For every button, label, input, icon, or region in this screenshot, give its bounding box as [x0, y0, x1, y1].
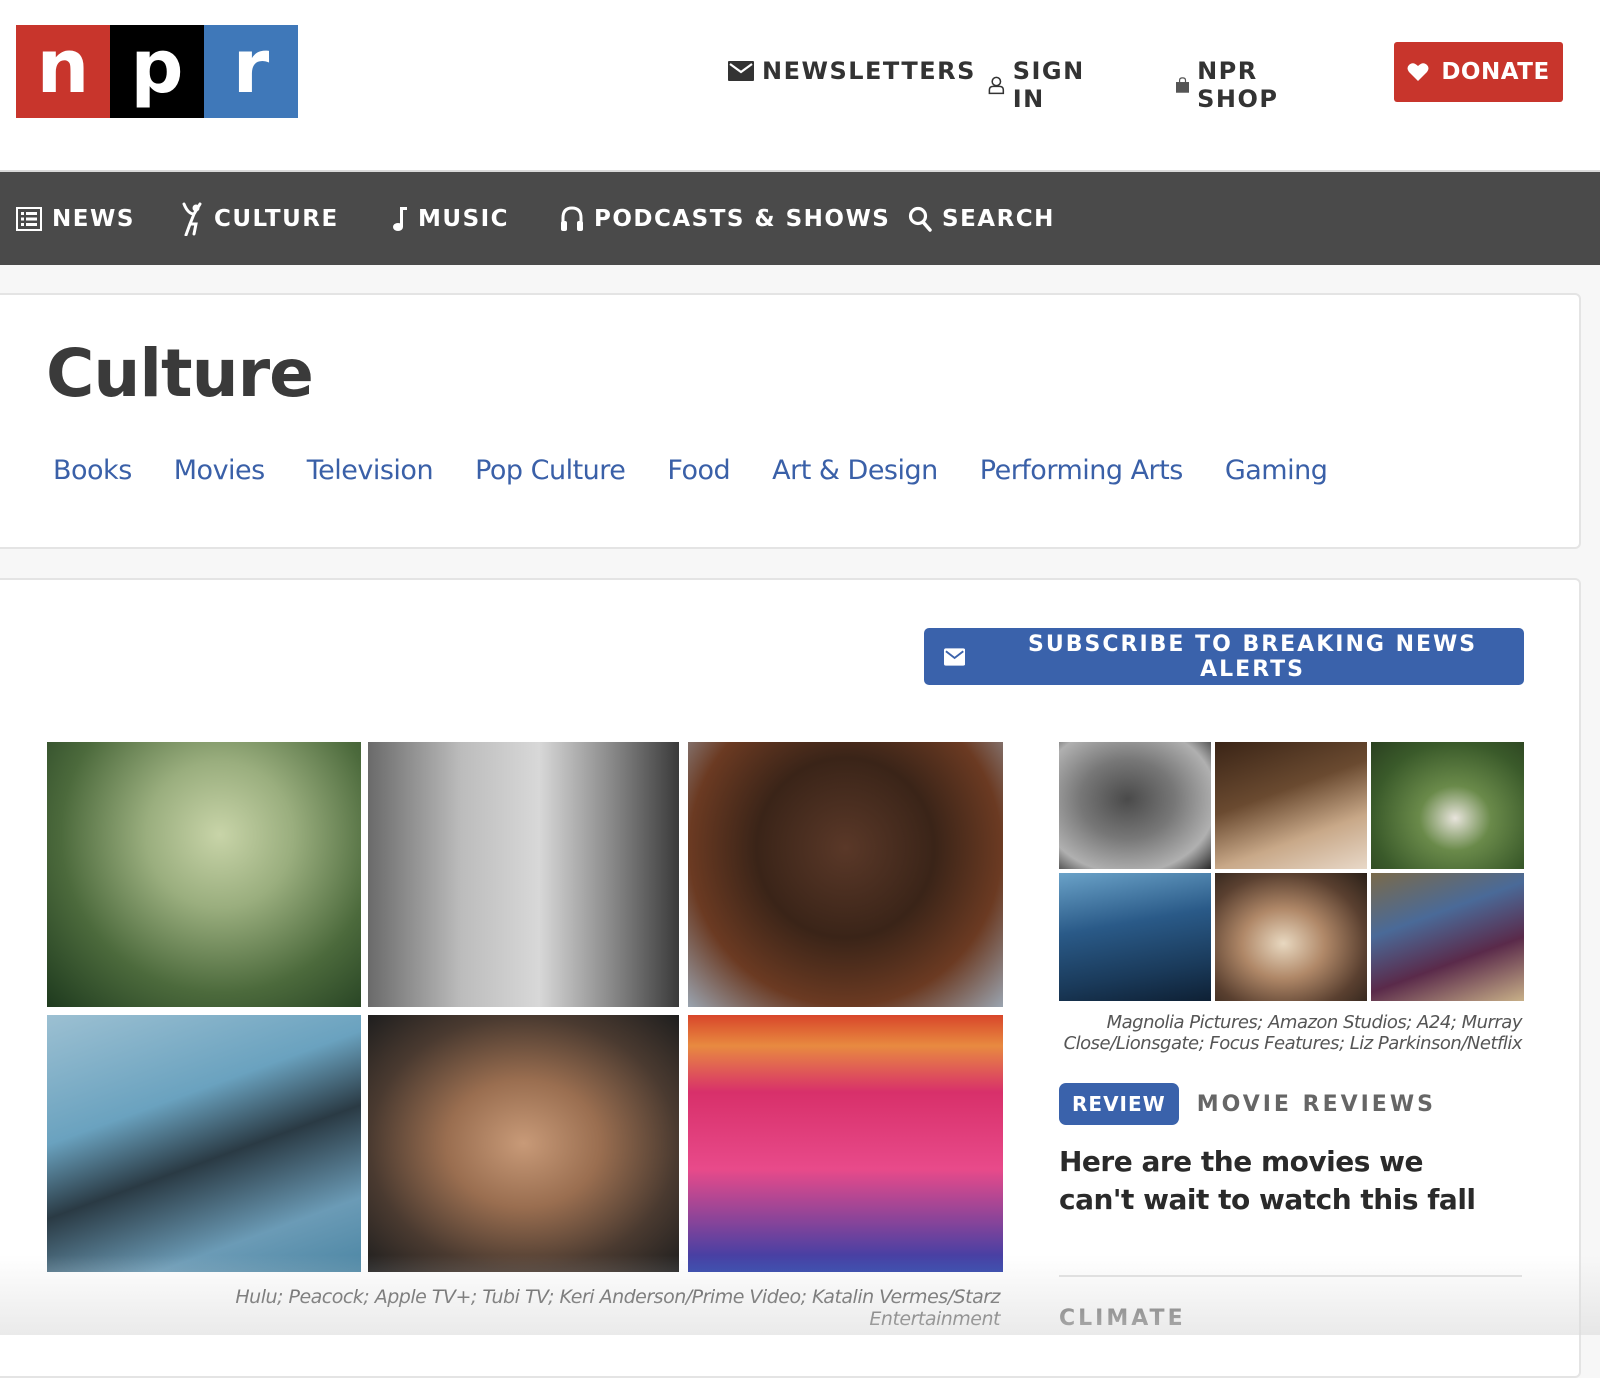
- climate-section-link[interactable]: CLIMATE: [1059, 1306, 1186, 1331]
- image-tile-couple-on-grass: [1371, 873, 1524, 1001]
- movie-reviews-link[interactable]: MOVIE REVIEWS: [1197, 1092, 1436, 1117]
- story-divider: [1059, 1275, 1522, 1277]
- review-badge: REVIEW: [1059, 1083, 1179, 1125]
- culture-subnav: Books Movies Television Pop Culture Food…: [53, 455, 1369, 486]
- nav-news-label: NEWS: [52, 205, 135, 232]
- top-header: n p r NEWSLETTERS SIGN IN NPR SHOP DONAT…: [0, 0, 1600, 170]
- image-tile-two-women-retro: [688, 1015, 1003, 1272]
- sign-in-label: SIGN IN: [1012, 57, 1085, 113]
- image-tile-laughing-woman: [1215, 873, 1367, 1001]
- subnav-performing-arts[interactable]: Performing Arts: [980, 455, 1184, 486]
- newsletters-link[interactable]: NEWSLETTERS: [728, 57, 976, 85]
- subnav-pop-culture[interactable]: Pop Culture: [475, 455, 626, 486]
- nav-search[interactable]: SEARCH: [908, 172, 1055, 265]
- npr-shop-label: NPR SHOP: [1197, 57, 1279, 113]
- shopping-bag-icon: [1176, 77, 1190, 93]
- nav-culture-label: CULTURE: [214, 205, 339, 232]
- image-tile-woman-in-car: [47, 1015, 361, 1272]
- subnav-food[interactable]: Food: [667, 455, 730, 486]
- donate-button[interactable]: DONATE: [1394, 42, 1563, 102]
- donate-label: DONATE: [1441, 59, 1550, 85]
- image-tile-swimmer: [1059, 873, 1211, 1001]
- image-tile-couple-in-bed: [1215, 742, 1367, 869]
- logo-letter-r: r: [204, 25, 298, 118]
- culture-header-card: Culture Books Movies Television Pop Cult…: [0, 293, 1581, 549]
- nav-culture[interactable]: CULTURE: [182, 172, 339, 265]
- review-story-image[interactable]: [1059, 742, 1524, 1001]
- heart-icon: [1407, 63, 1429, 81]
- image-tile-man-with-baby: [688, 742, 1003, 1007]
- image-tile-woman-in-garden: [1371, 742, 1524, 869]
- story-headline[interactable]: Here are the movies we can't wait to wat…: [1059, 1143, 1499, 1219]
- npr-logo[interactable]: n p r: [16, 25, 298, 118]
- music-note-icon: [393, 206, 407, 231]
- subnav-movies[interactable]: Movies: [174, 455, 265, 486]
- image-credit-left: Hulu; Peacock; Apple TV+; Tubi TV; Keri …: [235, 1286, 1000, 1330]
- subscribe-label: SUBSCRIBE TO BREAKING NEWS ALERTS: [1028, 631, 1478, 682]
- story-labels: REVIEW MOVIE REVIEWS: [1059, 1083, 1436, 1125]
- envelope-icon: [728, 61, 754, 81]
- page-title: Culture: [46, 335, 314, 412]
- npr-shop-link[interactable]: NPR SHOP: [1176, 57, 1287, 113]
- image-tile-bw-portrait: [1059, 742, 1211, 869]
- newsletters-label: NEWSLETTERS: [762, 57, 976, 85]
- image-credit-right: Magnolia Pictures; Amazon Studios; A24; …: [1063, 1012, 1523, 1054]
- logo-letter-p: p: [110, 25, 204, 118]
- image-tile-black-white-couple: [368, 742, 679, 1007]
- image-tile-man-hands-behind-head: [368, 1015, 679, 1272]
- sign-in-link[interactable]: SIGN IN: [988, 57, 1092, 113]
- search-icon: [908, 206, 932, 232]
- news-list-icon: [16, 206, 42, 231]
- subnav-gaming[interactable]: Gaming: [1225, 455, 1328, 486]
- culture-figure-icon: [182, 202, 202, 236]
- nav-podcasts-shows[interactable]: PODCASTS & SHOWS: [560, 172, 890, 265]
- nav-search-label: SEARCH: [942, 205, 1055, 232]
- user-icon: [988, 76, 1005, 95]
- headphones-icon: [561, 205, 583, 231]
- nav-podcasts-label: PODCASTS & SHOWS: [594, 205, 891, 232]
- nav-music-label: MUSIC: [418, 205, 510, 232]
- featured-story-image[interactable]: [47, 742, 1003, 1272]
- subnav-books[interactable]: Books: [53, 455, 132, 486]
- logo-letter-n: n: [16, 25, 110, 118]
- subnav-art-design[interactable]: Art & Design: [772, 455, 938, 486]
- nav-news[interactable]: NEWS: [16, 172, 135, 265]
- content-card: SUBSCRIBE TO BREAKING NEWS ALERTS Hulu; …: [0, 578, 1581, 1378]
- subnav-television[interactable]: Television: [307, 455, 434, 486]
- image-tile-veiled-woman: [47, 742, 361, 1007]
- envelope-icon: [944, 647, 966, 666]
- subscribe-breaking-news-button[interactable]: SUBSCRIBE TO BREAKING NEWS ALERTS: [924, 628, 1524, 685]
- nav-music[interactable]: MUSIC: [392, 172, 509, 265]
- main-nav: NEWS CULTURE MUSIC PODCASTS & SHOWS SEAR…: [0, 170, 1600, 265]
